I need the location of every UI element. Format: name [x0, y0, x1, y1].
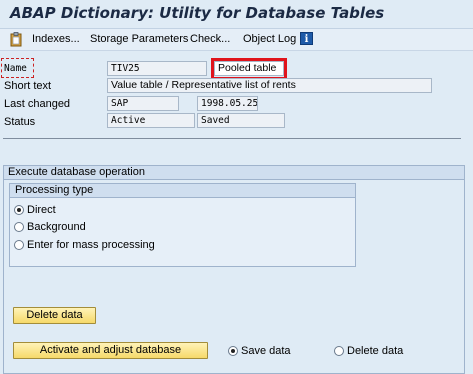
info-icon[interactable]: i [300, 32, 313, 45]
delete-data-button[interactable]: Delete data [13, 307, 96, 324]
activate-adjust-database-button[interactable]: Activate and adjust database [13, 342, 208, 359]
database-operation-title: Execute database operation [4, 166, 464, 180]
short-text-field[interactable]: Value table / Representative list of ren… [107, 78, 432, 93]
radio-background-label: Background [27, 221, 86, 233]
radio-delete-data-label: Delete data [347, 345, 404, 357]
storage-parameters-button[interactable]: Storage Parameters [90, 33, 188, 45]
radio-selected-icon[interactable] [14, 205, 24, 215]
object-log-button[interactable]: Object Log [243, 33, 296, 45]
radio-unselected-icon[interactable] [14, 240, 24, 250]
name-label: Name [4, 63, 27, 74]
clipboard-icon[interactable] [10, 32, 23, 47]
radio-mass-processing[interactable]: Enter for mass processing [14, 239, 155, 251]
application-toolbar: Indexes... Storage Parameters Check... O… [0, 29, 473, 51]
processing-type-group: Processing type Direct Background Enter … [9, 183, 356, 267]
radio-selected-icon[interactable] [228, 346, 238, 356]
radio-unselected-icon[interactable] [14, 222, 24, 232]
status-field[interactable]: Active [107, 113, 195, 128]
name-field[interactable]: TIV25 [107, 61, 207, 76]
radio-save-data-label: Save data [241, 345, 291, 357]
database-operation-group: Execute database operation Processing ty… [3, 165, 465, 374]
saved-status-field[interactable]: Saved [197, 113, 285, 128]
radio-mass-processing-label: Enter for mass processing [27, 239, 155, 251]
radio-background[interactable]: Background [14, 221, 86, 233]
processing-type-title: Processing type [10, 184, 355, 198]
radio-direct[interactable]: Direct [14, 204, 56, 216]
last-changed-user-field[interactable]: SAP [107, 96, 179, 111]
last-changed-date-field[interactable]: 1998.05.25 [197, 96, 258, 111]
short-text-label: Short text [4, 80, 52, 92]
radio-direct-label: Direct [27, 204, 56, 216]
radio-delete-data[interactable]: Delete data [334, 345, 403, 357]
status-label: Status [4, 116, 36, 128]
highlight-frame [211, 58, 287, 80]
radio-save-data[interactable]: Save data [228, 345, 291, 357]
title-bar: ABAP Dictionary: Utility for Database Ta… [0, 0, 473, 29]
radio-unselected-icon[interactable] [334, 346, 344, 356]
page-title: ABAP Dictionary: Utility for Database Ta… [10, 4, 385, 22]
separator [3, 138, 461, 139]
indexes-button[interactable]: Indexes... [32, 33, 80, 45]
last-changed-label: Last changed [4, 98, 71, 110]
check-button[interactable]: Check... [190, 33, 230, 45]
